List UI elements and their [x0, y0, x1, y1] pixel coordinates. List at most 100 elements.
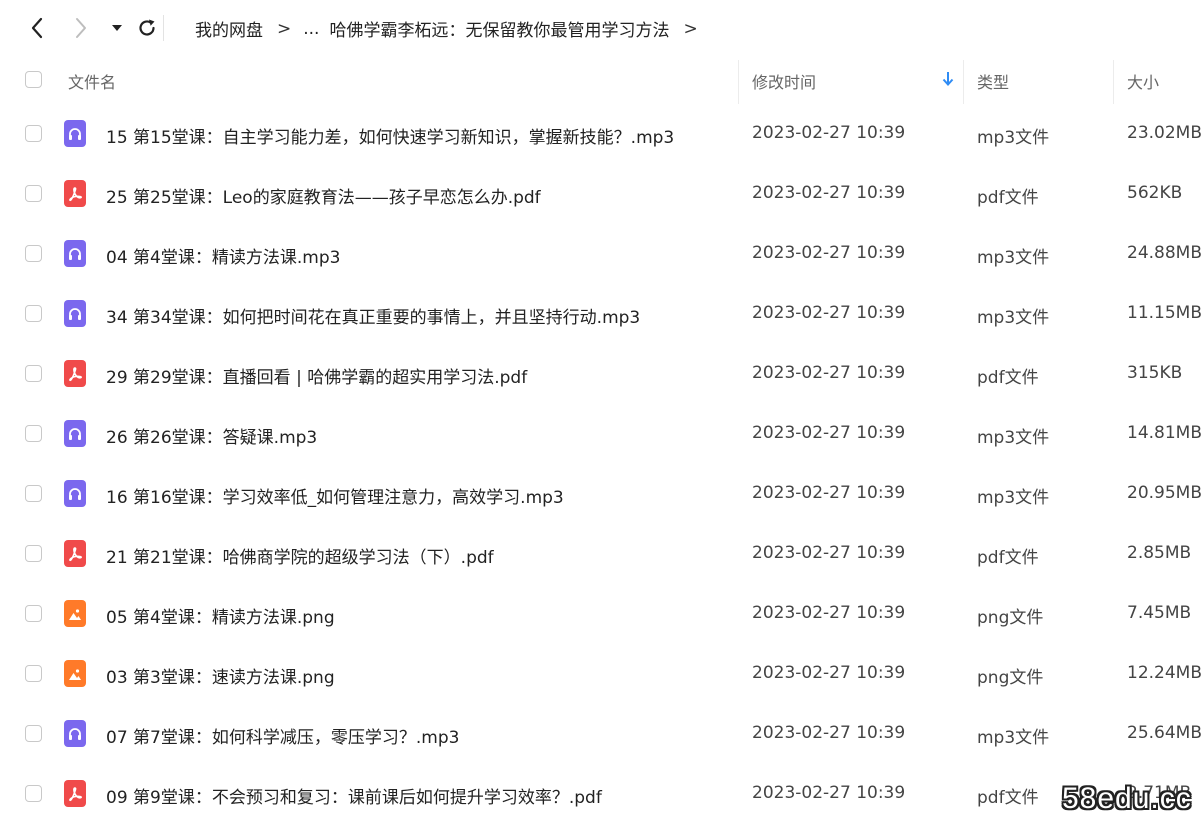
image-icon — [64, 600, 86, 627]
file-size: 12.24MB — [1127, 663, 1202, 683]
file-modified-time: 2023-02-27 10:39 — [752, 363, 906, 383]
file-row-checkbox[interactable] — [25, 245, 42, 262]
toolbar-divider — [163, 15, 164, 41]
caret-down-icon — [112, 25, 122, 31]
file-name[interactable]: 05 第4堂课：精读方法课.png — [106, 603, 335, 628]
file-type: pdf文件 — [977, 548, 1039, 568]
file-name[interactable]: 04 第4堂课：精读方法课.mp3 — [106, 243, 340, 268]
file-row-checkbox[interactable] — [25, 305, 42, 322]
file-row[interactable]: 03 第3堂课：速读方法课.png 2023-02-27 10:39 png文件 12… — [0, 644, 1204, 704]
image-icon — [64, 660, 86, 687]
file-name[interactable]: 29 第29堂课：直播回看 | 哈佛学霸的超实用学习法.pdf — [106, 363, 527, 388]
breadcrumb-separator: > — [277, 18, 292, 39]
column-header-modified[interactable]: 修改时间 — [752, 69, 816, 93]
file-modified-time: 2023-02-27 10:39 — [752, 483, 906, 503]
file-modified-time: 2023-02-27 10:39 — [752, 543, 906, 563]
column-divider[interactable] — [963, 60, 964, 104]
file-modified-time: 2023-02-27 10:39 — [752, 303, 906, 323]
file-list-header: 文件名 修改时间 类型 大小 — [0, 56, 1204, 104]
pdf-icon — [64, 360, 86, 387]
file-name[interactable]: 34 第34堂课：如何把时间花在真正重要的事情上，并且坚持行动.mp3 — [106, 303, 640, 328]
file-row[interactable]: 25 第25堂课：Leo的家庭教育法——孩子早恋怎么办.pdf 2023-02-2… — [0, 164, 1204, 224]
file-modified-time: 2023-02-27 10:39 — [752, 123, 906, 143]
file-modified-time: 2023-02-27 10:39 — [752, 603, 906, 623]
refresh-button[interactable] — [136, 17, 158, 39]
file-row-checkbox[interactable] — [25, 785, 42, 802]
pdf-icon — [64, 780, 86, 807]
forward-button[interactable] — [70, 17, 92, 39]
file-row-checkbox[interactable] — [25, 425, 42, 442]
file-row[interactable]: 05 第4堂课：精读方法课.png 2023-02-27 10:39 png文件 7.… — [0, 584, 1204, 644]
file-size: 23.02MB — [1127, 123, 1202, 143]
file-type: pdf文件 — [977, 368, 1039, 388]
audio-icon — [64, 480, 86, 507]
breadcrumb-root[interactable]: 我的网盘 — [195, 16, 263, 41]
file-row[interactable]: 34 第34堂课：如何把时间花在真正重要的事情上，并且坚持行动.mp3 2023-… — [0, 284, 1204, 344]
file-row-checkbox[interactable] — [25, 485, 42, 502]
file-size: 25.64MB — [1127, 723, 1202, 743]
watermark: 58edu.cc — [1062, 782, 1192, 815]
file-row-checkbox[interactable] — [25, 545, 42, 562]
file-modified-time: 2023-02-27 10:39 — [752, 663, 906, 683]
column-header-size[interactable]: 大小 — [1127, 69, 1159, 93]
file-type: pdf文件 — [977, 788, 1039, 808]
file-size: 2.85MB — [1127, 543, 1192, 563]
history-dropdown-button[interactable] — [106, 17, 128, 39]
file-row[interactable]: 09 第9堂课：不会预习和复习：课前课后如何提升学习效率？.pdf 2023-02… — [0, 764, 1204, 824]
file-type: mp3文件 — [977, 728, 1050, 748]
file-modified-time: 2023-02-27 10:39 — [752, 723, 906, 743]
file-modified-time: 2023-02-27 10:39 — [752, 183, 906, 203]
file-name[interactable]: 16 第16堂课：学习效率低_如何管理注意力，高效学习.mp3 — [106, 483, 564, 508]
file-row[interactable]: 16 第16堂课：学习效率低_如何管理注意力，高效学习.mp3 2023-02-2… — [0, 464, 1204, 524]
back-button[interactable] — [26, 17, 48, 39]
select-all-checkbox[interactable] — [25, 71, 42, 88]
file-row[interactable]: 29 第29堂课：直播回看 | 哈佛学霸的超实用学习法.pdf 2023-02-2… — [0, 344, 1204, 404]
audio-icon — [64, 300, 86, 327]
chevron-left-icon — [31, 17, 43, 39]
pdf-icon — [64, 180, 86, 207]
file-type: mp3文件 — [977, 428, 1050, 448]
file-row-checkbox[interactable] — [25, 185, 42, 202]
file-name[interactable]: 09 第9堂课：不会预习和复习：课前课后如何提升学习效率？.pdf — [106, 783, 602, 808]
column-header-name[interactable]: 文件名 — [68, 69, 116, 93]
file-row[interactable]: 04 第4堂课：精读方法课.mp3 2023-02-27 10:39 mp3文件 24… — [0, 224, 1204, 284]
sort-descending-icon[interactable] — [942, 71, 954, 91]
file-modified-time: 2023-02-27 10:39 — [752, 243, 906, 263]
file-row[interactable]: 21 第21堂课：哈佛商学院的超级学习法（下）.pdf 2023-02-27 10… — [0, 524, 1204, 584]
file-row[interactable]: 15 第15堂课：自主学习能力差，如何快速学习新知识，掌握新技能？.mp3 202… — [0, 104, 1204, 164]
audio-icon — [64, 420, 86, 447]
file-type: png文件 — [977, 608, 1044, 628]
file-modified-time: 2023-02-27 10:39 — [752, 423, 906, 443]
file-row-checkbox[interactable] — [25, 665, 42, 682]
file-name[interactable]: 21 第21堂课：哈佛商学院的超级学习法（下）.pdf — [106, 543, 494, 568]
file-type: mp3文件 — [977, 488, 1050, 508]
file-type: mp3文件 — [977, 128, 1050, 148]
file-name[interactable]: 25 第25堂课：Leo的家庭教育法——孩子早恋怎么办.pdf — [106, 183, 541, 208]
file-row-checkbox[interactable] — [25, 365, 42, 382]
column-divider[interactable] — [1113, 60, 1114, 104]
breadcrumb-current-folder[interactable]: 哈佛学霸李柘远：无保留教你最管用学习方法 — [329, 16, 669, 41]
file-row-checkbox[interactable] — [25, 125, 42, 142]
column-divider[interactable] — [738, 60, 739, 104]
chevron-right-icon — [76, 18, 86, 38]
refresh-icon — [139, 19, 155, 36]
file-size: 11.15MB — [1127, 303, 1202, 323]
column-header-type[interactable]: 类型 — [977, 69, 1009, 93]
file-row-checkbox[interactable] — [25, 725, 42, 742]
breadcrumb-ellipsis[interactable]: ... — [303, 19, 319, 39]
audio-icon — [64, 240, 86, 267]
file-type: png文件 — [977, 668, 1044, 688]
file-name[interactable]: 15 第15堂课：自主学习能力差，如何快速学习新知识，掌握新技能？.mp3 — [106, 123, 674, 148]
file-size: 562KB — [1127, 183, 1183, 203]
pdf-icon — [64, 540, 86, 567]
audio-icon — [64, 120, 86, 147]
top-navigation-bar: 我的网盘 > ... 哈佛学霸李柘远：无保留教你最管用学习方法 > — [0, 0, 1204, 56]
file-name[interactable]: 03 第3堂课：速读方法课.png — [106, 663, 335, 688]
file-row[interactable]: 07 第7堂课：如何科学减压，零压学习？.mp3 2023-02-27 10:39… — [0, 704, 1204, 764]
file-name[interactable]: 26 第26堂课：答疑课.mp3 — [106, 423, 317, 448]
breadcrumb: 我的网盘 > ... 哈佛学霸李柘远：无保留教你最管用学习方法 > — [195, 16, 710, 42]
file-size: 20.95MB — [1127, 483, 1202, 503]
file-row-checkbox[interactable] — [25, 605, 42, 622]
file-row[interactable]: 26 第26堂课：答疑课.mp3 2023-02-27 10:39 mp3文件 14.… — [0, 404, 1204, 464]
file-name[interactable]: 07 第7堂课：如何科学减压，零压学习？.mp3 — [106, 723, 459, 748]
